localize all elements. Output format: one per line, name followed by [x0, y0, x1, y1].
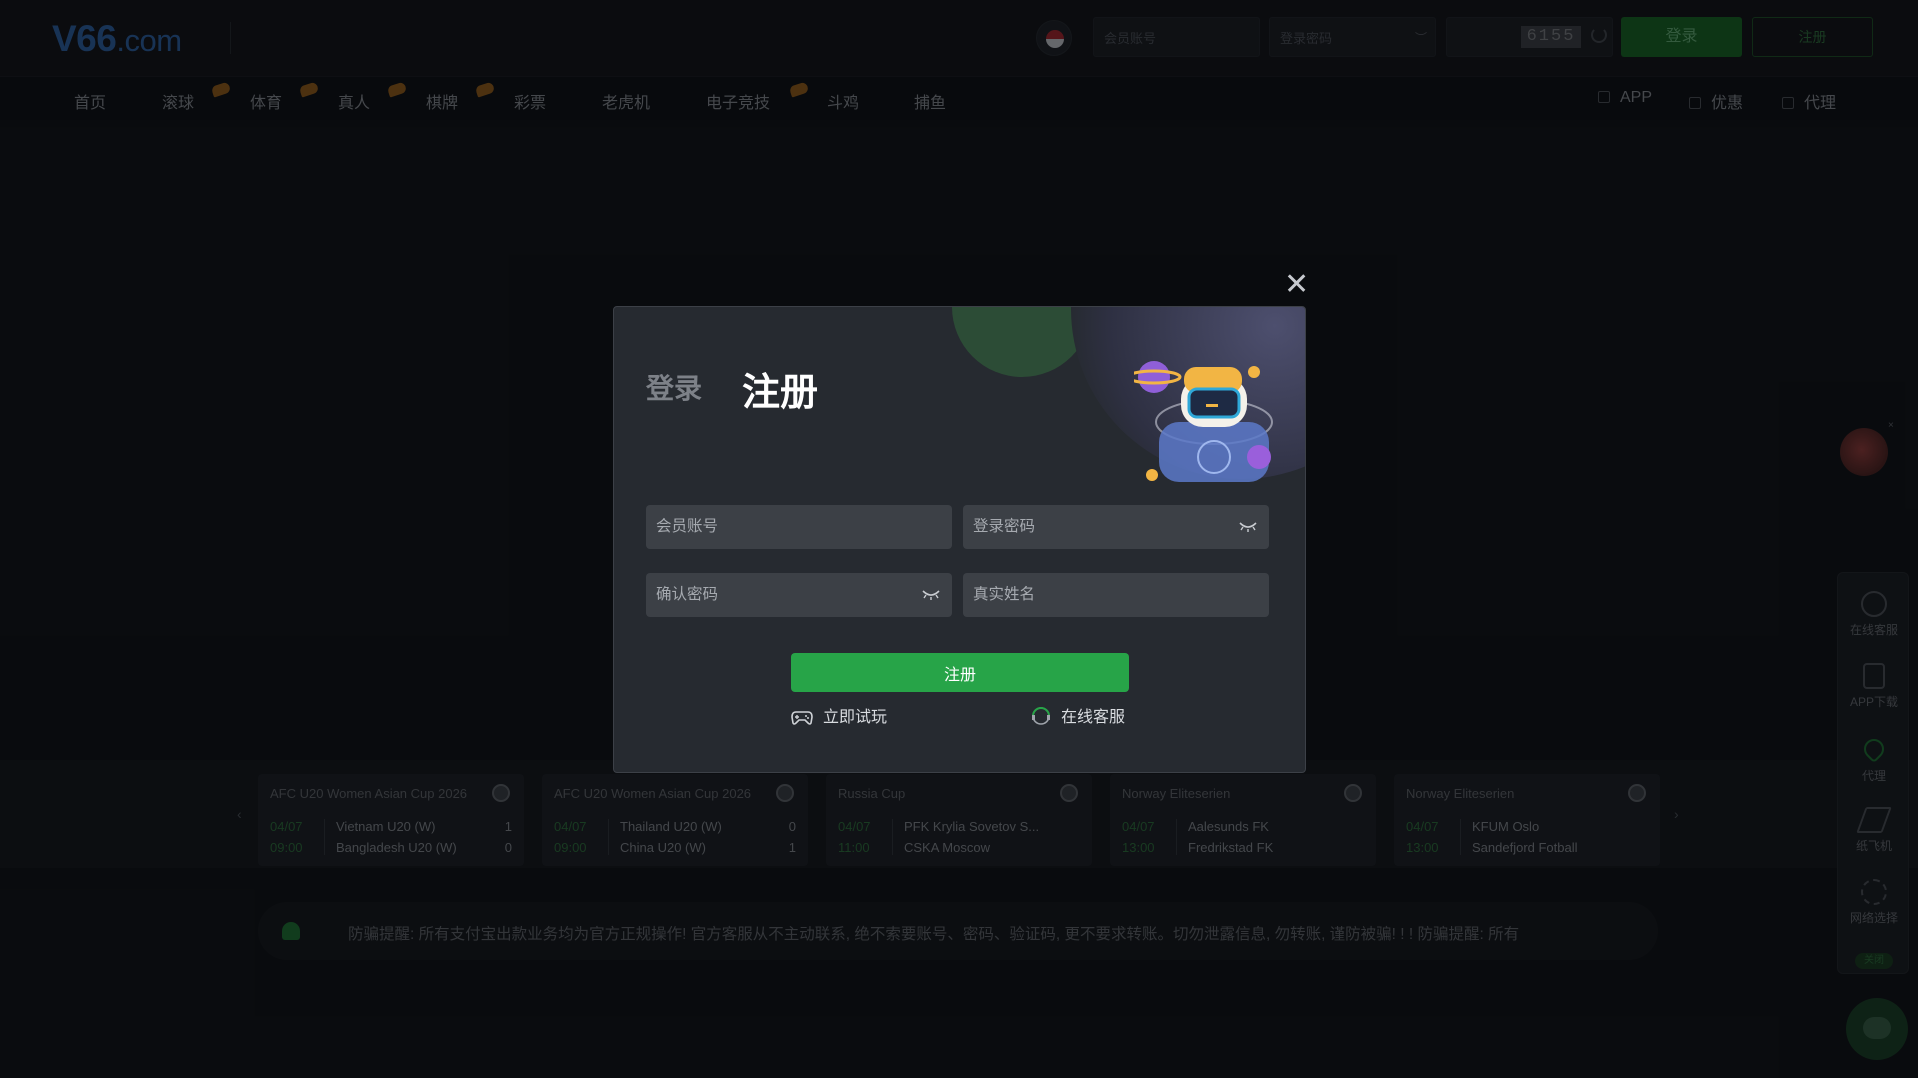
real-name-field[interactable] [963, 573, 1269, 617]
register-submit-button[interactable]: 注册 [791, 653, 1129, 692]
eye-closed-icon[interactable] [922, 588, 940, 600]
tab-login[interactable]: 登录 [646, 367, 702, 407]
confirm-password-input[interactable] [646, 573, 952, 617]
real-name-input[interactable] [963, 573, 1269, 617]
username-field[interactable] [646, 505, 952, 549]
close-icon[interactable]: ✕ [1284, 270, 1309, 300]
headset-icon [1031, 706, 1051, 731]
try-now-link[interactable]: 立即试玩 [791, 703, 888, 726]
register-modal: 登录 注册 注册 立即试玩 在线客服 [613, 306, 1306, 773]
username-input[interactable] [646, 505, 952, 549]
gamepad-icon [791, 708, 813, 731]
tab-register[interactable]: 注册 [742, 361, 818, 416]
online-support-label: 在线客服 [1061, 709, 1126, 726]
password-input[interactable] [963, 505, 1269, 549]
online-support-link[interactable]: 在线客服 [1031, 703, 1126, 726]
astronaut-illustration [1134, 361, 1273, 482]
try-now-label: 立即试玩 [823, 709, 888, 726]
confirm-password-field[interactable] [646, 573, 952, 617]
password-field[interactable] [963, 505, 1269, 549]
eye-closed-icon[interactable] [1239, 520, 1257, 532]
